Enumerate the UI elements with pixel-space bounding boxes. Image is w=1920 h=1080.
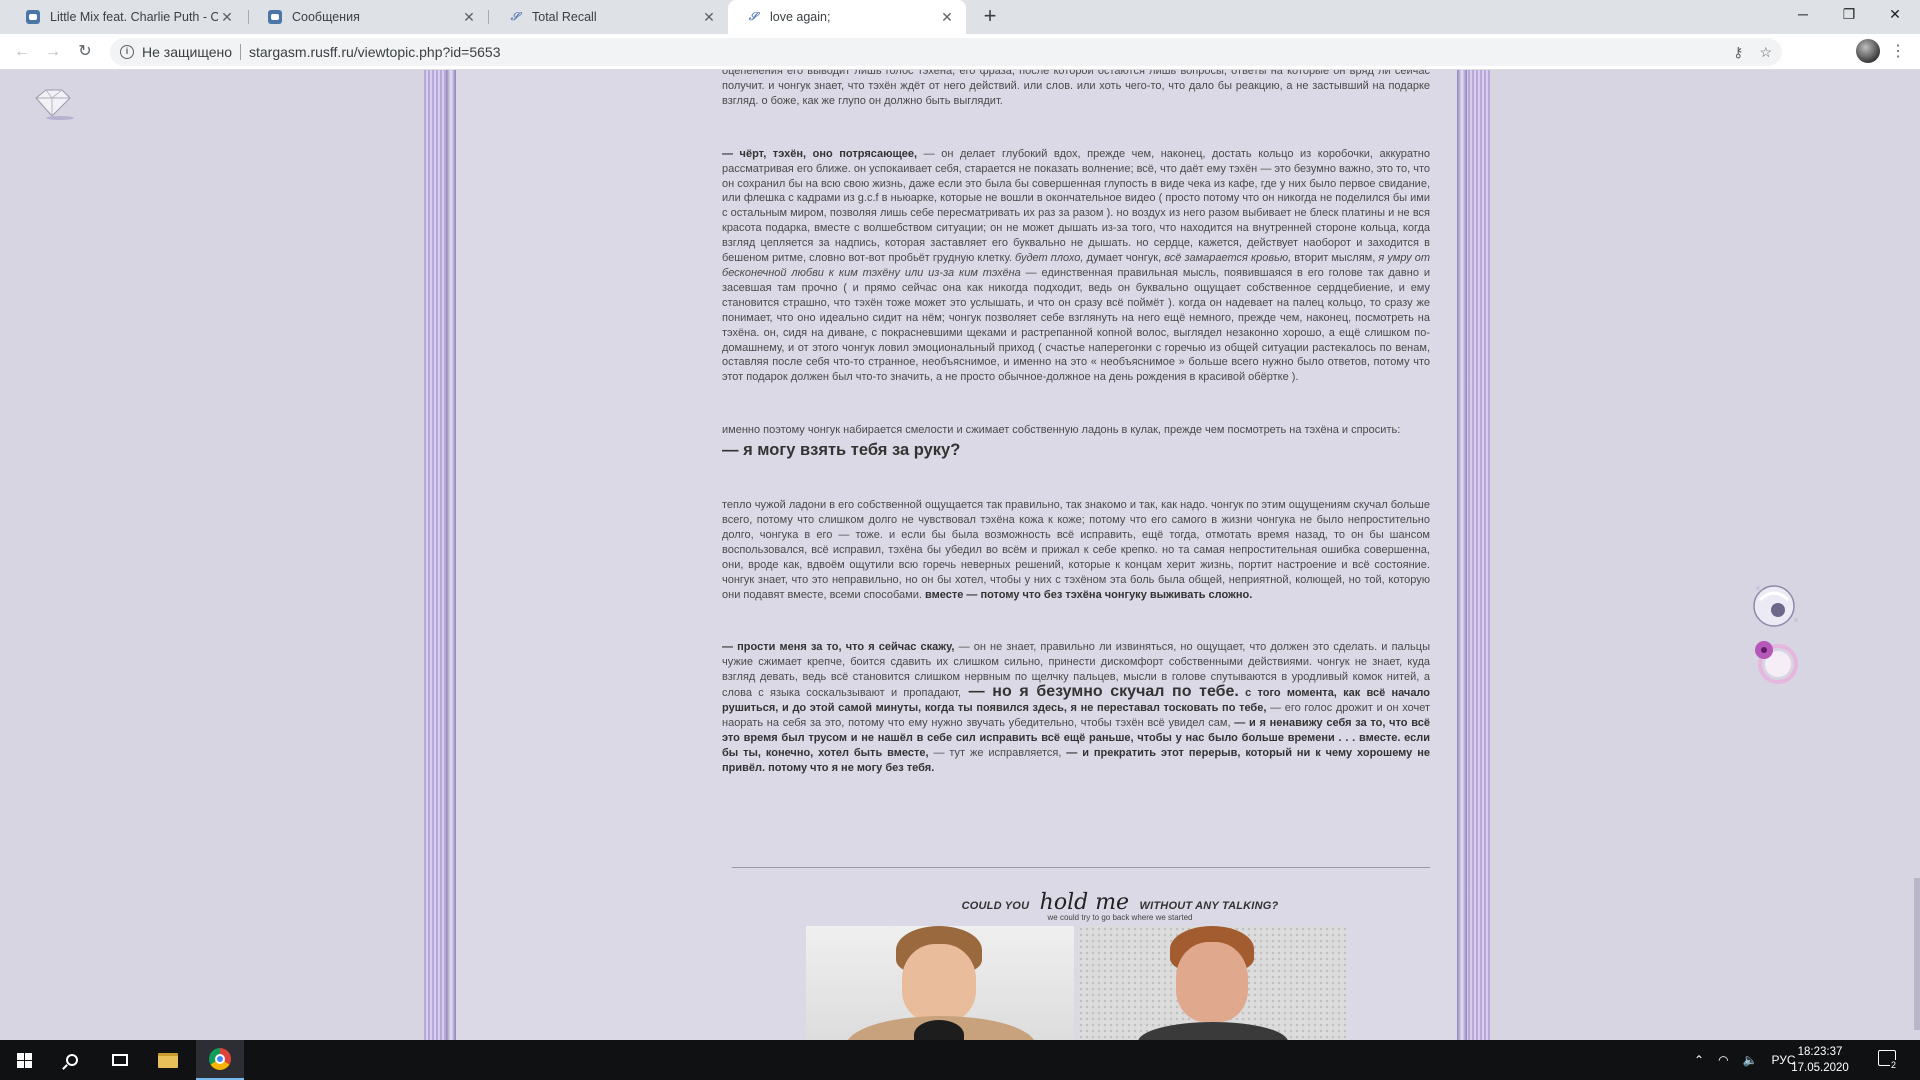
caption-text: WITHOUT ANY TALKING? [1139,900,1279,912]
page-content: оцепенения его выводит лишь голос тэхёна… [0,70,1920,1040]
dialogue-emphasis: — но я безумно скучал по тебе. [961,683,1239,701]
start-button[interactable] [0,1040,48,1080]
info-icon[interactable]: i [120,45,134,59]
task-view-button[interactable] [96,1040,144,1080]
close-window-button[interactable]: ✕ [1872,0,1918,30]
rusff-icon: 𝒮 [748,10,758,23]
task-view-icon [112,1054,128,1066]
frame-border-right [1457,70,1467,1040]
bold-phrase: вместе — потому что без тэхёна чонгуку в… [921,588,1253,601]
maximize-button[interactable]: ❐ [1826,0,1872,30]
tab-separator [488,10,489,24]
search-icon [66,1054,78,1066]
volume-icon[interactable]: 🔈 [1743,1053,1758,1067]
close-icon[interactable]: ✕ [218,9,236,26]
post-paragraph: оцепенения его выводит лишь голос тэхёна… [722,70,1430,109]
browser-toolbar: ← → ↻ i Не защищено stargasm.rusff.ru/vi… [0,34,1920,70]
network-icon[interactable]: ◠ [1718,1053,1728,1067]
caption-text: COULD YOU [961,900,1030,912]
clock-date: 17.05.2020 [1791,1062,1849,1074]
post-body: оцепенения его выводит лишь голос тэхёна… [722,70,1430,814]
vk-icon [26,10,40,24]
search-button[interactable] [48,1040,96,1080]
diamond-icon [35,89,74,120]
paragraph-text: думает чонгук, [1083,252,1165,265]
image-shape [902,944,976,1022]
paragraph-text: именно поэтому чонгук набирается смелост… [722,424,1401,437]
post-paragraph: — прости меня за то, что я сейчас скажу,… [722,640,1430,775]
scrollbar-thumb[interactable] [1914,878,1920,1030]
system-tray: ⌃ ◠ 🔈 РУС [1694,1040,1796,1080]
crystal-ball-icon [1753,585,1798,627]
italic-thought: всё замарается кровью, [1164,252,1292,265]
paragraph-text: — тут же исправляется, [928,746,1067,759]
browser-tabstrip: Little Mix feat. Charlie Puth - Oop ✕ Со… [0,0,1920,34]
file-explorer-button[interactable] [144,1040,192,1080]
chevron-up-icon[interactable]: ⌃ [1694,1053,1704,1067]
clock[interactable]: 18:23:37 17.05.2020 [1784,1044,1856,1076]
paragraph-text: вторит мыслям, [1291,252,1379,265]
dialogue-line: — прости меня за то, что я сейчас скажу, [722,641,955,654]
chrome-icon [209,1048,231,1070]
new-tab-button[interactable]: + [977,4,1003,30]
tab-title: love again; [770,10,831,24]
tab-separator [248,10,249,24]
clock-time: 18:23:37 [1797,1046,1843,1058]
star-icon[interactable]: ☆ [1759,44,1772,61]
gif-image-left [806,926,1074,1040]
post-divider [732,867,1430,868]
forward-icon[interactable]: → [41,40,65,64]
post-paragraph: именно поэтому чонгук набирается смелост… [722,423,1430,460]
chrome-taskbar-button[interactable] [196,1040,244,1080]
security-status[interactable]: Не защищено [142,44,232,60]
divider [240,44,241,60]
frame-border-left [446,70,456,1040]
reload-icon[interactable]: ↻ [73,40,97,64]
post-paragraph: — чёрт, тэхён, оно потрясающее, — он дел… [722,147,1430,386]
paragraph-text: оцепенения его выводит лишь голос тэхёна… [722,70,1430,107]
paragraph-text: тепло чужой ладони в его собственной ощу… [722,499,1430,601]
image-shape [1138,1022,1288,1040]
rusff-icon: 𝒮 [510,10,520,23]
dialogue-line: — чёрт, тэхён, оно потрясающее, [722,147,918,160]
windows-icon [16,1052,32,1068]
caption-script: hold me [1039,890,1130,915]
vk-icon [268,10,282,24]
tab-total-recall[interactable]: 𝒮 Total Recall ✕ [490,0,728,34]
close-icon[interactable]: ✕ [700,9,718,26]
minimize-button[interactable]: ─ [1780,0,1826,30]
folder-icon [158,1052,178,1068]
address-bar[interactable]: i Не защищено stargasm.rusff.ru/viewtopi… [110,38,1782,66]
tab-title: Сообщения [292,10,360,24]
menu-icon[interactable]: ⋮ [1890,41,1906,63]
back-icon[interactable]: ← [10,40,34,64]
avatar[interactable] [1856,39,1880,63]
tab-little-mix[interactable]: Little Mix feat. Charlie Puth - Oop ✕ [8,0,246,34]
dialogue-question: — я могу взять тебя за руку? [722,441,961,460]
close-icon[interactable]: ✕ [938,9,956,26]
close-icon[interactable]: ✕ [460,9,478,26]
windows-taskbar: ⌃ ◠ 🔈 РУС 18:23:37 17.05.2020 2 [0,1040,1920,1080]
flower-ring-icon [1755,641,1798,684]
tab-messages[interactable]: Сообщения ✕ [250,0,488,34]
notification-badge: 2 [1890,1060,1898,1070]
key-icon[interactable]: ⚷ [1733,44,1743,61]
italic-thought: будет плохо, [1015,252,1084,265]
tab-love-again[interactable]: 𝒮 love again; ✕ [728,0,966,34]
post-paragraph: тепло чужой ладони в его собственной ощу… [722,498,1430,602]
tab-title: Total Recall [532,10,597,24]
paragraph-text: — он делает глубокий вдох, прежде чем, н… [722,147,1430,265]
paragraph-text: — единственная правильная мысль, появивш… [722,266,1430,384]
tab-title: Little Mix feat. Charlie Puth - Oop [50,10,218,24]
image-shape [1176,942,1248,1022]
image-caption: COULD YOU hold me WITHOUT ANY TALKING? w… [950,890,1290,922]
gif-image-right [1078,926,1346,1040]
url-text[interactable]: stargasm.rusff.ru/viewtopic.php?id=5653 [249,44,501,60]
